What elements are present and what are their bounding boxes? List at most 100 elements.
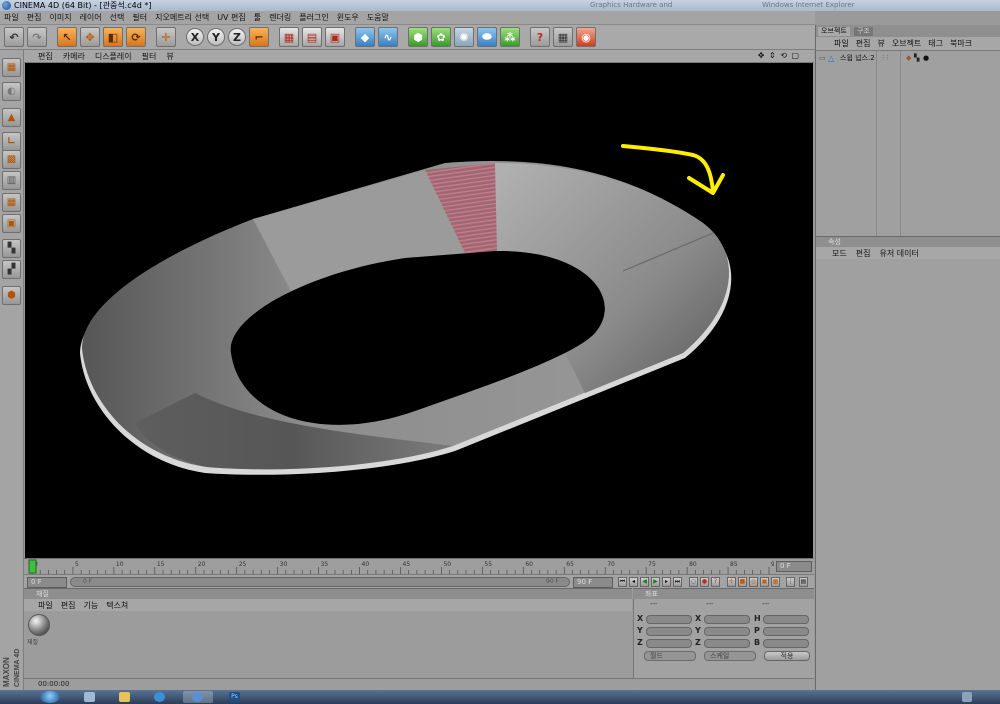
key-scale-icon[interactable]: ■ [738,577,747,587]
viewport-menu-view[interactable]: 뷰 [166,51,173,62]
material-menu-file[interactable]: 파일 [38,600,53,611]
size-mode-dropdown[interactable]: 스케일 [704,651,756,661]
objects-menu-tags[interactable]: 태그 [928,38,943,49]
help-question-icon[interactable]: ? [530,27,550,47]
record-icon[interactable]: ◌ [689,577,698,587]
timeline-layout-icon[interactable]: ▤ [799,577,808,587]
taskbar-folder-button[interactable] [110,691,140,703]
attributes-menu-user-data[interactable]: 유저 데이터 [879,248,918,259]
rotation-h-field[interactable] [763,615,809,624]
layout-icon[interactable]: ▦ [2,58,21,77]
viewport-navigation-controls[interactable]: ✥ ⇕ ⟲ ▢ [758,51,800,60]
play-forward-icon[interactable]: ▶ [651,577,660,587]
current-frame-field[interactable]: 0 F [776,561,812,572]
timeline-options-icon[interactable]: ⋮ [786,577,795,587]
rotate-icon[interactable]: ⟳ [126,27,146,47]
list-item[interactable]: ▭ △ 스윕 넙스.2 ⁝ ⁝ ◆ ▚ ● [818,53,998,64]
visibility-dots-icon[interactable]: ⁝ ⁝ [882,53,889,64]
expand-icon[interactable]: ▭ [819,53,826,64]
checker-icon[interactable]: ▚ [2,239,21,258]
viewport-menu-filter[interactable]: 필터 [142,51,157,62]
attributes-menu-edit[interactable]: 편집 [856,248,871,259]
particle-icon[interactable]: ⁂ [500,27,520,47]
spline-tool-icon[interactable]: ∿ [378,27,398,47]
objects-menu-file[interactable]: 파일 [834,38,849,49]
material-menu-function[interactable]: 기능 [83,600,98,611]
nurbs-icon[interactable]: ⬢ [408,27,428,47]
objects-menu-edit[interactable]: 편집 [856,38,871,49]
scale-icon[interactable]: ◧ [103,27,123,47]
position-x-field[interactable] [646,615,692,624]
render-settings-icon[interactable]: ▣ [325,27,345,47]
phong-tag-icon[interactable]: ◆ [906,53,911,64]
menu-geometry-select[interactable]: 지오메트리 선택 [155,12,209,23]
material-menu-texture[interactable]: 텍스쳐 [106,600,128,611]
undo-icon[interactable]: ↶ [4,27,24,47]
objects-menu-view[interactable]: 뷰 [877,38,884,49]
viewport-menu-camera[interactable]: 카메라 [63,51,85,62]
render-picture-viewer-icon[interactable]: ▤ [302,27,322,47]
render-view-icon[interactable]: ▦ [279,27,299,47]
cube-primitive-icon[interactable]: ◆ [355,27,375,47]
size-y-field[interactable] [704,627,750,636]
scene-object-icon[interactable]: ⬬ [477,27,497,47]
texture-mode-icon[interactable]: ◐ [2,82,21,101]
coordinate-space-dropdown[interactable]: 월드 [644,651,696,661]
autokey-icon[interactable]: ● [700,577,709,587]
taskbar-ie-button[interactable] [145,691,175,703]
key-rotation-icon[interactable]: ◎ [749,577,758,587]
move-icon[interactable]: ✥ [80,27,100,47]
step-forward-icon[interactable]: ▸ [662,577,671,587]
key-parameter-icon[interactable]: ▣ [760,577,769,587]
workplane-icon[interactable]: ▞ [2,260,21,279]
snap-icon[interactable]: ⬢ [2,286,21,305]
start-orb-icon[interactable] [40,691,60,703]
size-x-field[interactable] [704,615,750,624]
play-backward-icon[interactable]: ◀ [640,577,649,587]
timeline-ruler[interactable]: 051015202530354045505560657075808590 0 F [24,558,814,574]
apply-button[interactable]: 적용 [764,651,810,661]
menu-filter[interactable]: 필터 [132,12,147,23]
menu-layer[interactable]: 레이어 [80,12,102,23]
tray-icon[interactable] [962,692,972,702]
go-to-start-icon[interactable]: ⏮ [618,577,627,587]
deformer-icon[interactable]: ✺ [454,27,474,47]
key-pla-icon[interactable]: ▦ [771,577,780,587]
menu-uv-edit[interactable]: UV 편집 [217,12,246,23]
material-preview-sphere[interactable] [28,614,50,636]
end-frame-field[interactable]: 90 F [573,577,613,588]
start-frame-field[interactable]: 0 F [27,577,67,588]
go-to-end-icon[interactable]: ⏭ [673,577,682,587]
menu-edit[interactable]: 편집 [27,12,42,23]
size-z-field[interactable] [704,639,750,648]
x-axis-lock-button[interactable]: X [186,28,204,46]
menu-tools[interactable]: 툴 [254,12,261,23]
render-active-icon[interactable]: ◉ [576,27,596,47]
menu-render[interactable]: 렌더링 [269,12,291,23]
rotation-b-field[interactable] [763,639,809,648]
coordinate-system-icon[interactable]: ⌐ [249,27,269,47]
step-back-icon[interactable]: ◂ [629,577,638,587]
edge-mode-icon[interactable]: ▥ [2,171,21,190]
position-y-field[interactable] [646,627,692,636]
world-axis-icon[interactable]: ✛ [156,27,176,47]
z-axis-lock-button[interactable]: Z [228,28,246,46]
viewport-menu-display[interactable]: 디스플레이 [95,51,132,62]
object-axis-icon[interactable]: ∟ [2,132,21,151]
tab-objects[interactable]: 오브젝트 [818,27,850,36]
viewport-menu-edit[interactable]: 편집 [38,51,53,62]
taskbar-explorer-button[interactable] [75,691,105,703]
frame-range-slider[interactable]: 0 F 90 F [70,577,570,587]
layout-grid-icon[interactable]: ▦ [553,27,573,47]
attributes-menu-mode[interactable]: 모드 [832,248,847,259]
taskbar-photoshop-button[interactable]: Ps [220,691,250,703]
tab-structure[interactable]: 구조 [854,27,873,36]
taskbar-cinema4d-button[interactable] [183,691,213,703]
menu-file[interactable]: 파일 [4,12,19,23]
3d-viewport[interactable] [25,63,813,558]
polygon-mode-icon[interactable]: ▦ [2,193,21,212]
menu-window[interactable]: 윈도우 [337,12,359,23]
redo-icon[interactable]: ↷ [27,27,47,47]
live-select-icon[interactable]: ↖ [57,27,77,47]
y-axis-lock-button[interactable]: Y [207,28,225,46]
